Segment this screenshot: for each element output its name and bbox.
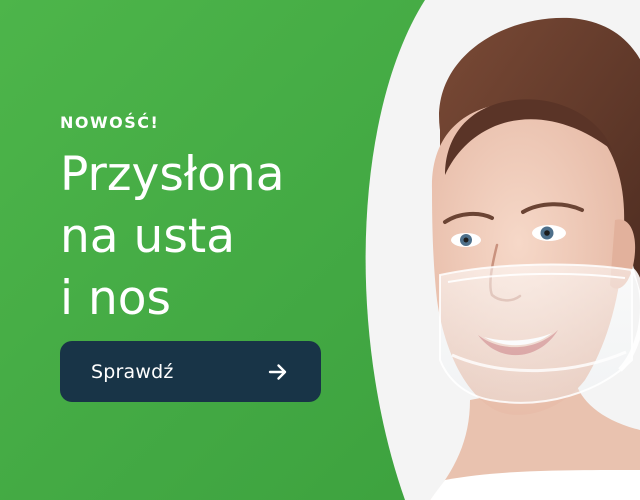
promo-banner[interactable]: NOWOŚĆ! Przysłona na usta i nos Sprawdź: [0, 0, 640, 500]
check-button-label: Sprawdź: [91, 360, 174, 383]
banner-headline: Przysłona na usta i nos: [60, 144, 360, 330]
headline-line: Przysłona: [60, 147, 285, 202]
arrow-right-icon: [268, 363, 287, 380]
mask-shield: [439, 263, 633, 404]
headline-line: i nos: [60, 271, 172, 326]
check-button[interactable]: Sprawdź: [60, 341, 321, 402]
banner-copy: NOWOŚĆ! Przysłona na usta i nos: [60, 112, 360, 330]
new-badge-text: NOWOŚĆ!: [60, 113, 160, 132]
headline-line: na usta: [60, 209, 236, 264]
